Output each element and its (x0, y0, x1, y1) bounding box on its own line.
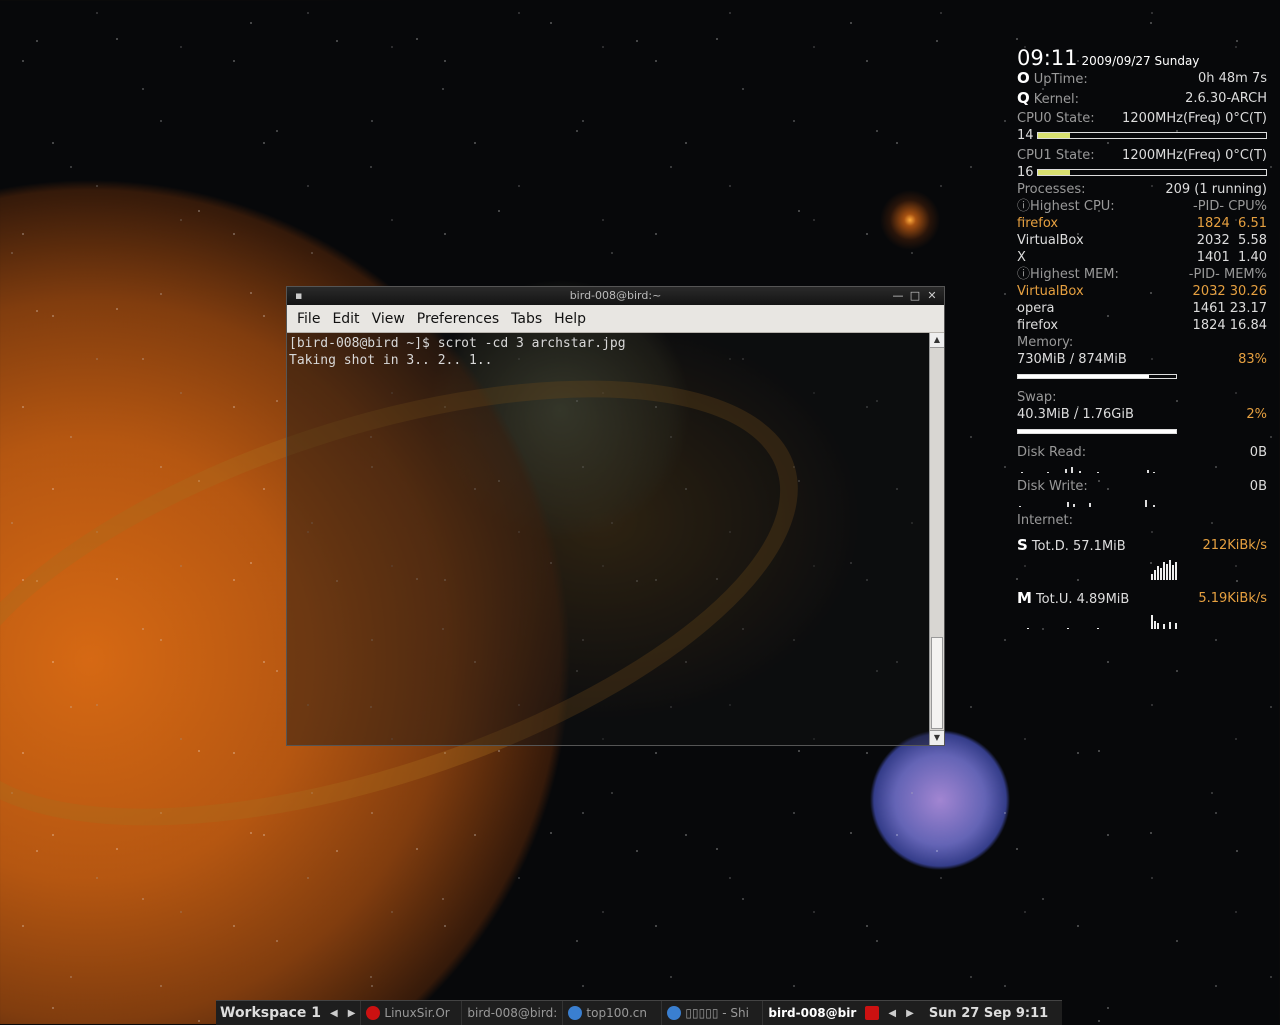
workspace-name[interactable]: Workspace 1 (216, 1005, 325, 1021)
title-bar[interactable]: ▪ bird-008@bird:~ — □ ✕ (287, 287, 944, 305)
opera-icon (366, 1006, 381, 1020)
scrollbar[interactable]: ▲ ▼ (929, 333, 944, 745)
disk-read-graph (1017, 461, 1175, 473)
terminal-line: Taking shot in 3.. 2.. 1.. (289, 353, 493, 368)
memory-percent: 83% (1238, 352, 1267, 367)
scroll-down-icon[interactable]: ▼ (930, 730, 944, 745)
swap-percent: 2% (1246, 407, 1267, 422)
tray-next-icon[interactable]: ▶ (901, 1008, 919, 1019)
disk-read-label: Disk Read: (1017, 445, 1087, 460)
menu-bar: File Edit View Preferences Tabs Help (287, 305, 944, 333)
system-monitor: 09:11 2009/09/27 Sunday O UpTime: 0h 48m 7s… (1017, 46, 1267, 629)
scroll-up-icon[interactable]: ▲ (930, 333, 944, 348)
disk-read-value: 0B (1249, 445, 1267, 460)
menu-tabs[interactable]: Tabs (505, 308, 548, 330)
menu-help[interactable]: Help (548, 308, 592, 330)
cpu-process-row: X 1401 1.40 (1017, 250, 1267, 265)
upload-icon: M (1017, 589, 1032, 607)
uptime-label: UpTime: (1033, 72, 1088, 87)
cpu1-bar (1036, 169, 1267, 176)
download-rate: 212KiBk/s (1202, 538, 1267, 553)
highest-mem-columns: -PID- MEM% (1188, 267, 1267, 282)
cpu0-percent: 14 (1017, 128, 1034, 143)
cpu-process-row: VirtualBox 2032 5.58 (1017, 233, 1267, 248)
memory-label: Memory: (1017, 335, 1074, 350)
workspace-prev-icon[interactable]: ◀ (325, 1008, 343, 1019)
maximize-icon[interactable]: □ (909, 287, 921, 305)
download-icon: S (1017, 536, 1028, 554)
memory-value: 730MiB / 874MiB (1017, 352, 1127, 367)
clock-time: 09:11 (1017, 46, 1078, 70)
highest-cpu-columns: -PID- CPU% (1193, 199, 1267, 214)
kernel-icon: Q (1017, 89, 1030, 107)
menu-file[interactable]: File (291, 308, 326, 330)
mem-process-row: opera 1461 23.17 (1017, 301, 1267, 316)
globe-icon (568, 1006, 583, 1020)
kernel-label: Kernel: (1033, 92, 1079, 107)
cpu0-value: 1200MHz(Freq) 0°C(T) (1122, 111, 1267, 126)
globe-icon (667, 1006, 682, 1020)
cpu-process-row: firefox 1824 6.51 (1017, 216, 1267, 231)
menu-view[interactable]: View (366, 308, 411, 330)
cpu0-bar (1036, 132, 1267, 139)
disk-write-label: Disk Write: (1017, 479, 1088, 494)
task-opera-linuxsir[interactable]: LinuxSir.Or (360, 1001, 461, 1025)
workspace-next-icon[interactable]: ▶ (343, 1008, 361, 1019)
task-shi[interactable]: ▯▯▯▯▯ - Shi (661, 1001, 762, 1025)
terminal-line: [bird-008@bird ~]$ scrot -cd 3 archstar.… (289, 336, 626, 351)
memory-bar (1017, 374, 1177, 379)
upload-graph (1017, 611, 1177, 629)
swap-value: 40.3MiB / 1.76GiB (1017, 407, 1134, 422)
taskbar: Workspace 1 ◀ ▶ LinuxSir.Or bird-008@bir… (216, 1000, 1062, 1025)
scroll-thumb[interactable] (931, 637, 943, 729)
cpu1-value: 1200MHz(Freq) 0°C(T) (1122, 148, 1267, 163)
menu-preferences[interactable]: Preferences (411, 308, 505, 330)
task-terminal-active[interactable]: bird-008@bir (762, 1001, 861, 1025)
disk-write-value: 0B (1249, 479, 1267, 494)
window-title: bird-008@bird:~ (569, 289, 662, 302)
cpu0-label: CPU0 State: (1017, 111, 1095, 126)
clock-date: 2009/09/27 Sunday (1081, 54, 1200, 68)
cpu1-label: CPU1 State: (1017, 148, 1095, 163)
download-total: Tot.D. 57.1MiB (1031, 539, 1126, 554)
processes-value: 209 (1 running) (1165, 182, 1267, 197)
kernel-value: 2.6.30-ARCH (1185, 91, 1267, 106)
window-menu-icon[interactable]: ▪ (295, 287, 302, 305)
upload-total: Tot.U. 4.89MiB (1035, 592, 1130, 607)
disk-write-graph (1017, 495, 1175, 507)
mem-process-row: firefox 1824 16.84 (1017, 318, 1267, 333)
terminal-output[interactable]: [bird-008@bird ~]$ scrot -cd 3 archstar.… (287, 333, 930, 745)
opera-tray-icon[interactable] (865, 1006, 880, 1020)
processes-label: Processes: (1017, 182, 1086, 197)
taskbar-clock: Sun 27 Sep 9:11 (928, 1005, 1049, 1021)
uptime-icon: O (1017, 69, 1030, 87)
internet-label: Internet: (1017, 513, 1073, 528)
minimize-icon[interactable]: — (892, 287, 904, 305)
task-top100[interactable]: top100.cn (562, 1001, 661, 1025)
swap-label: Swap: (1017, 390, 1057, 405)
mem-process-row: VirtualBox 2032 30.26 (1017, 284, 1267, 299)
close-icon[interactable]: ✕ (926, 287, 938, 305)
menu-edit[interactable]: Edit (326, 308, 365, 330)
tray-prev-icon[interactable]: ◀ (883, 1008, 901, 1019)
download-graph (1017, 558, 1177, 580)
uptime-value: 0h 48m 7s (1197, 71, 1267, 86)
task-terminal[interactable]: bird-008@bird: (461, 1001, 562, 1025)
terminal-window[interactable]: ▪ bird-008@bird:~ — □ ✕ File Edit View P… (286, 286, 945, 746)
upload-rate: 5.19KiBk/s (1198, 591, 1267, 606)
highest-mem-label: ⓘHighest MEM: (1017, 267, 1119, 282)
cpu1-percent: 16 (1017, 165, 1034, 180)
swap-bar (1017, 429, 1177, 434)
highest-cpu-label: ⓘHighest CPU: (1017, 199, 1115, 214)
